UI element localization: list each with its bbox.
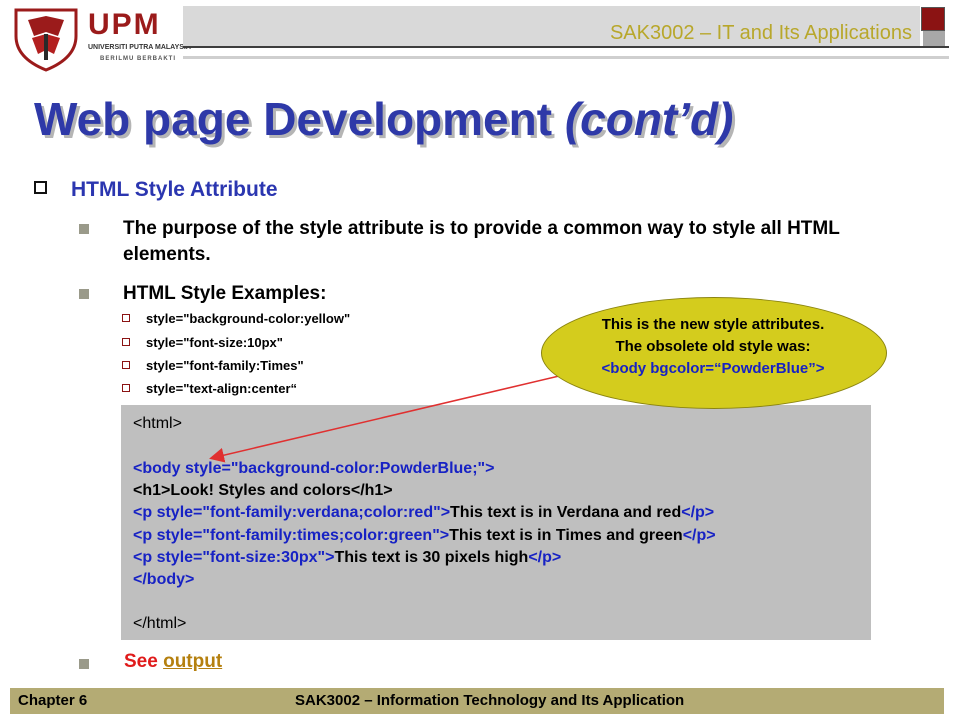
callout-line-3: <body bgcolor=“PowderBlue”> [601, 360, 825, 377]
callout-text: This is the new style attributes. The ob… [541, 314, 885, 380]
callout-line-2: The obsolete old style was: [615, 338, 811, 355]
output-link[interactable]: output [163, 651, 222, 672]
see-output-line: See output [124, 651, 222, 673]
callout-line-1: This is the new style attributes. [601, 316, 825, 333]
square-bullet-icon [79, 659, 89, 669]
footer-bar: Chapter 6 SAK3002 – Information Technolo… [10, 688, 944, 714]
footer-chapter: Chapter 6 [18, 692, 88, 709]
footer-course: SAK3002 – Information Technology and Its… [295, 692, 685, 709]
see-label: See [124, 651, 158, 672]
